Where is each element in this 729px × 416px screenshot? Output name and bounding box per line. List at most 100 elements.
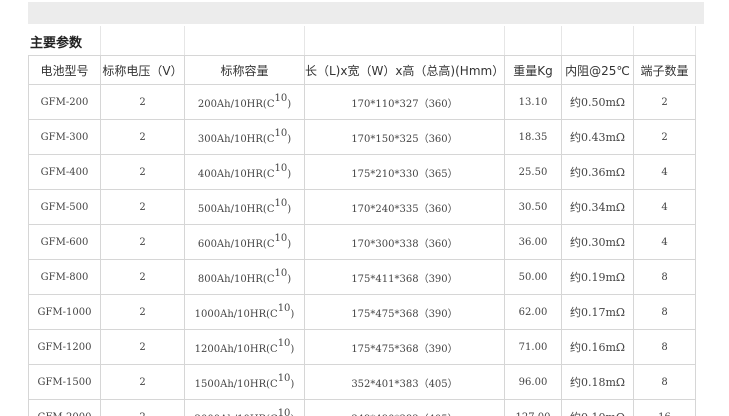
cell-terminals: 8	[633, 329, 696, 365]
cell-terminals: 2	[633, 84, 696, 120]
title-row-cell	[504, 26, 562, 56]
cell-voltage: 2	[100, 329, 185, 365]
cell-capacity: 600Ah/10HR(C10)	[184, 224, 305, 260]
capacity-superscript: 10	[274, 127, 288, 139]
cell-dimensions: 349*490*383（405）	[304, 399, 505, 416]
header-row: 电池型号 标称电压（V） 标称容量 长（L)x宽（W）x高（总高)(Hmm） 重…	[28, 55, 696, 85]
cell-capacity: 400Ah/10HR(C10)	[184, 154, 305, 190]
cell-terminals: 8	[633, 364, 696, 400]
title-row-cell	[100, 26, 185, 56]
top-bar	[28, 2, 704, 24]
cell-model: GFM-400	[28, 154, 101, 190]
cell-dimensions: 175*475*368（390）	[304, 329, 505, 365]
header-model: 电池型号	[28, 55, 101, 85]
cell-dimensions: 170*150*325（360）	[304, 119, 505, 155]
cell-voltage: 2	[100, 189, 185, 225]
table-row: GFM-1500 2 1500Ah/10HR(C10) 352*401*383（405…	[28, 364, 696, 400]
page: 主要参数 电池型号 标称电压（V） 标称容量 长（L)x宽（W）x高（总高)(H…	[0, 0, 729, 416]
cell-dimensions: 170*240*335（360）	[304, 189, 505, 225]
capacity-close: )	[290, 308, 295, 320]
header-voltage: 标称电压（V）	[100, 55, 185, 85]
cell-capacity: 200Ah/10HR(C10)	[184, 84, 305, 120]
cell-dimensions: 175*411*368（390）	[304, 259, 505, 295]
cell-terminals: 8	[633, 294, 696, 330]
table-row: GFM-400 2 400Ah/10HR(C10) 175*210*330（365） 2…	[28, 154, 696, 190]
cell-weight: 13.10	[504, 84, 562, 120]
cell-capacity: 800Ah/10HR(C10)	[184, 259, 305, 295]
table-row: GFM-1200 2 1200Ah/10HR(C10) 175*475*368（390…	[28, 329, 696, 365]
cell-capacity: 300Ah/10HR(C10)	[184, 119, 305, 155]
table-row: GFM-800 2 800Ah/10HR(C10) 175*411*368（390） 5…	[28, 259, 696, 295]
capacity-close: )	[287, 98, 292, 110]
cell-model: GFM-1500	[28, 364, 101, 400]
cell-resistance: 约0.50mΩ	[561, 84, 634, 120]
capacity-close: )	[290, 343, 295, 355]
table-row: GFM-600 2 600Ah/10HR(C10) 170*300*338（360） 3…	[28, 224, 696, 260]
cell-dimensions: 170*110*327（360）	[304, 84, 505, 120]
cell-voltage: 2	[100, 84, 185, 120]
cell-model: GFM-1200	[28, 329, 101, 365]
cell-capacity: 1000Ah/10HR(C10)	[184, 294, 305, 330]
cell-resistance: 约0.18mΩ	[561, 364, 634, 400]
cell-terminals: 4	[633, 189, 696, 225]
table-row: GFM-200022000Ah/10HR(C10)349*490*383（405…	[28, 399, 696, 416]
cell-voltage: 2	[100, 119, 185, 155]
cell-dimensions: 175*475*368（390）	[304, 294, 505, 330]
capacity-text: 1000Ah/10HR(C	[194, 308, 278, 320]
spec-table-body: 主要参数 电池型号 标称电压（V） 标称容量 长（L)x宽（W）x高（总高)(H…	[28, 26, 696, 416]
capacity-superscript: 10	[277, 407, 291, 416]
cell-resistance: 约0.10mΩ	[561, 399, 634, 416]
cell-resistance: 约0.19mΩ	[561, 259, 634, 295]
capacity-superscript: 10	[274, 197, 288, 209]
cell-resistance: 约0.43mΩ	[561, 119, 634, 155]
capacity-superscript: 10	[274, 232, 288, 244]
cell-weight: 25.50	[504, 154, 562, 190]
spec-table: 主要参数 电池型号 标称电压（V） 标称容量 长（L)x宽（W）x高（总高)(H…	[28, 26, 696, 416]
table-row: GFM-1000 2 1000Ah/10HR(C10) 175*475*368（390…	[28, 294, 696, 330]
cell-weight: 62.00	[504, 294, 562, 330]
cell-resistance: 约0.30mΩ	[561, 224, 634, 260]
capacity-close: )	[287, 273, 292, 285]
cell-dimensions: 170*300*338（360）	[304, 224, 505, 260]
cell-voltage: 2	[100, 259, 185, 295]
cell-model: GFM-600	[28, 224, 101, 260]
capacity-text: 1500Ah/10HR(C	[194, 378, 278, 390]
capacity-close: )	[287, 238, 292, 250]
cell-resistance: 约0.34mΩ	[561, 189, 634, 225]
header-resistance: 内阻@25℃	[561, 55, 634, 85]
cell-weight: 96.00	[504, 364, 562, 400]
capacity-close: )	[287, 168, 292, 180]
title-row-cell	[633, 26, 696, 56]
cell-capacity: 1500Ah/10HR(C10)	[184, 364, 305, 400]
capacity-superscript: 10	[277, 372, 291, 384]
cell-model: GFM-2000	[28, 399, 101, 416]
capacity-superscript: 10	[274, 162, 288, 174]
table-row: GFM-200 2 200Ah/10HR(C10) 170*110*327（360） 1…	[28, 84, 696, 120]
capacity-text: 800Ah/10HR(C	[197, 273, 275, 285]
title-row-cell	[561, 26, 634, 56]
header-weight: 重量Kg	[504, 55, 562, 85]
cell-model: GFM-200	[28, 84, 101, 120]
cell-model: GFM-800	[28, 259, 101, 295]
capacity-text: 200Ah/10HR(C	[197, 98, 275, 110]
cell-capacity: 500Ah/10HR(C10)	[184, 189, 305, 225]
cell-voltage: 2	[100, 224, 185, 260]
capacity-text: 1200Ah/10HR(C	[194, 343, 278, 355]
cell-terminals: 2	[633, 119, 696, 155]
cell-model: GFM-500	[28, 189, 101, 225]
capacity-text: 600Ah/10HR(C	[197, 238, 275, 250]
cell-resistance: 约0.17mΩ	[561, 294, 634, 330]
cell-dimensions: 352*401*383（405）	[304, 364, 505, 400]
cell-model: GFM-300	[28, 119, 101, 155]
cell-weight: 71.00	[504, 329, 562, 365]
table-row: GFM-500 2 500Ah/10HR(C10) 170*240*335（360） 3…	[28, 189, 696, 225]
cell-weight: 18.35	[504, 119, 562, 155]
header-terminals: 端子数量	[633, 55, 696, 85]
section-title: 主要参数	[28, 26, 101, 56]
capacity-text: 300Ah/10HR(C	[197, 133, 275, 145]
capacity-close: )	[290, 378, 295, 390]
cell-terminals: 8	[633, 259, 696, 295]
cell-resistance: 约0.36mΩ	[561, 154, 634, 190]
cell-capacity: 1200Ah/10HR(C10)	[184, 329, 305, 365]
cell-weight: 36.00	[504, 224, 562, 260]
